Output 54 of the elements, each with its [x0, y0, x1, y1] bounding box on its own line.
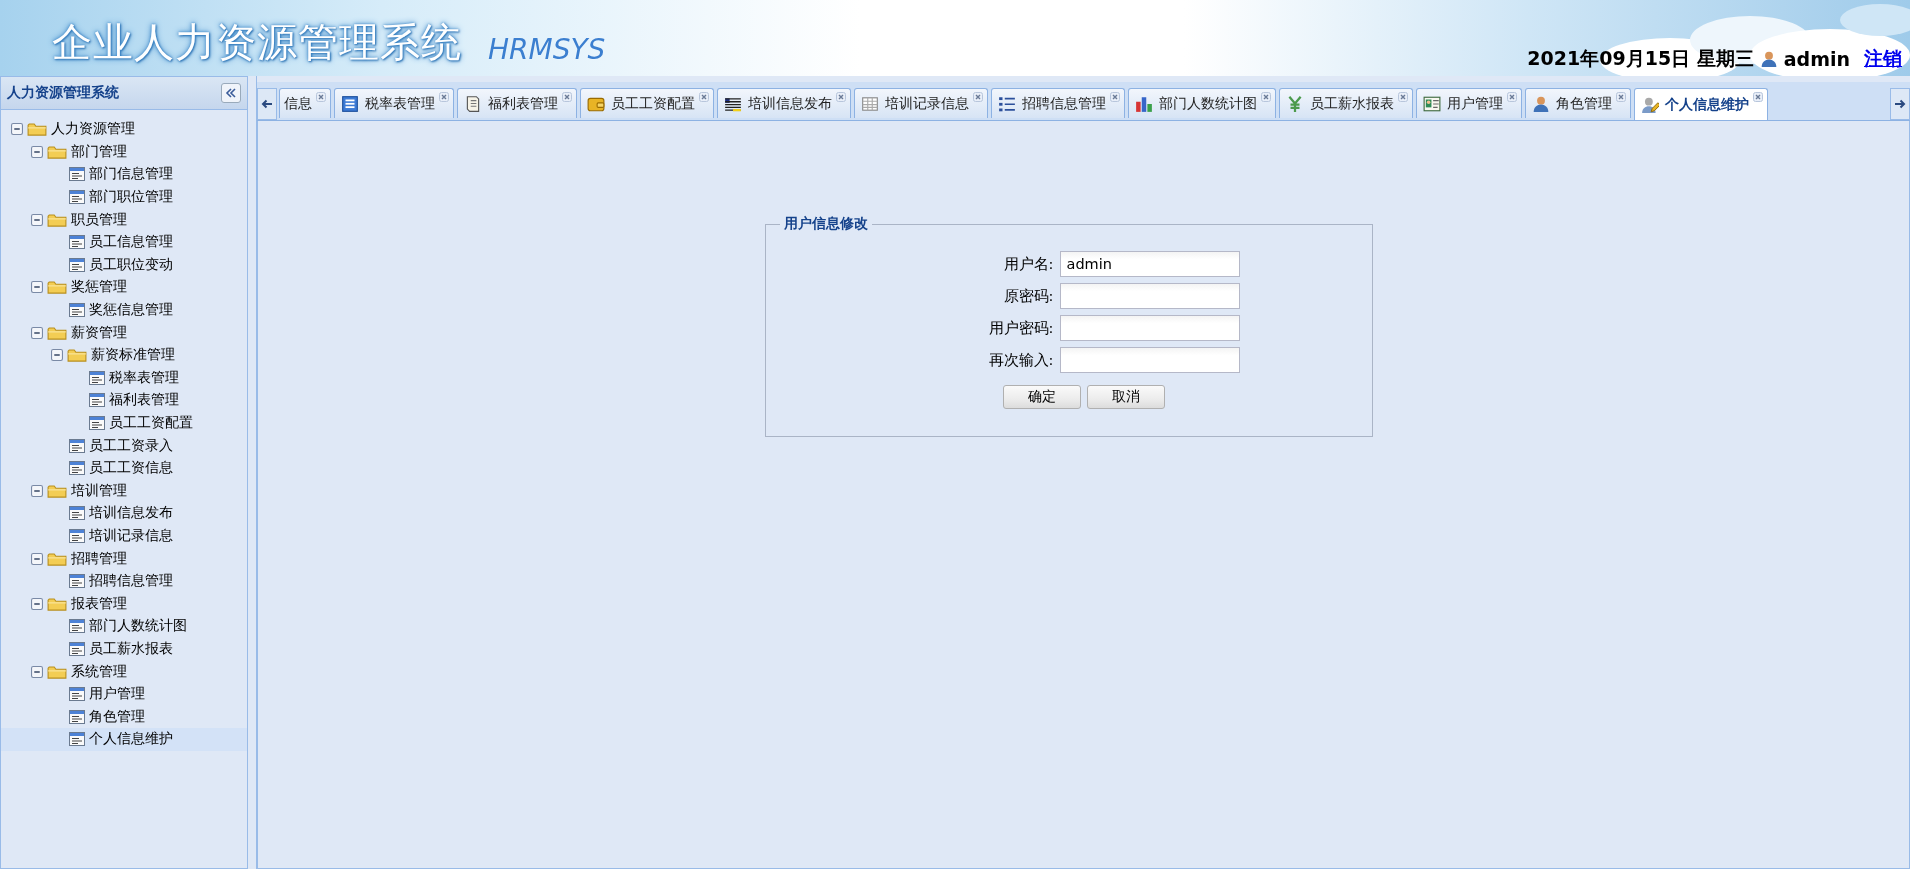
tab[interactable]: 部门人数统计图	[1128, 88, 1276, 118]
tab[interactable]: 信息	[279, 88, 331, 118]
tree-item[interactable]: 部门信息管理	[1, 163, 247, 186]
tree-item[interactable]: 员工信息管理	[1, 230, 247, 254]
tree-folder-label[interactable]: 部门管理	[71, 142, 127, 161]
tree-item[interactable]: 部门职位管理	[1, 185, 247, 209]
tree-item[interactable]: 招聘信息管理	[1, 569, 247, 593]
field-label: 用户密码:	[987, 318, 1054, 338]
tree-item[interactable]: 税率表管理	[1, 366, 247, 390]
tree-folder-label[interactable]: 系统管理	[71, 662, 127, 681]
date-text: 2021年09月15日 星期三	[1527, 46, 1754, 71]
tree-folder-label[interactable]: 奖惩管理	[71, 278, 127, 297]
tab[interactable]: 角色管理	[1525, 88, 1631, 118]
form-legend: 用户信息修改	[779, 215, 872, 233]
tree-item[interactable]: 个人信息维护	[1, 728, 247, 751]
field-label: 再次输入:	[987, 350, 1054, 370]
app-title: 企业人力资源管理系统	[52, 18, 462, 67]
logout-link[interactable]: 注销	[1864, 46, 1902, 72]
tree-item[interactable]: 用户管理	[1, 682, 247, 706]
tree-folder-label[interactable]: 职员管理	[71, 210, 127, 229]
tab[interactable]: 福利表管理	[457, 88, 577, 118]
app-subtitle: HRMSYS	[488, 33, 606, 66]
tab[interactable]: 培训信息发布	[717, 88, 851, 118]
cancel-button[interactable]: 取消	[1086, 385, 1165, 409]
tree-folder-label[interactable]: 人力资源管理	[51, 120, 135, 139]
tree-item[interactable]: 培训信息发布	[1, 502, 247, 525]
username: admin	[1783, 48, 1850, 70]
tree-item[interactable]: 福利表管理	[1, 389, 247, 412]
tree-item[interactable]: 培训记录信息	[1, 524, 247, 548]
tab[interactable]: 培训记录信息	[854, 88, 988, 118]
tab[interactable]: 个人信息维护	[1634, 88, 1768, 120]
tree-item[interactable]: 员工工资配置	[1, 411, 247, 435]
tree-item[interactable]: 部门人数统计图	[1, 615, 247, 638]
tree-item[interactable]: 角色管理	[1, 705, 247, 729]
tree-item[interactable]: 员工工资录入	[1, 434, 247, 457]
tab[interactable]: 员工工资配置	[580, 88, 714, 118]
tab[interactable]: 税率表管理	[334, 88, 454, 118]
tree-item[interactable]: 员工薪水报表	[1, 637, 247, 661]
tree-item[interactable]: 奖惩信息管理	[1, 298, 247, 322]
tab[interactable]: 招聘信息管理	[991, 88, 1125, 118]
tab[interactable]: 用户管理	[1416, 88, 1522, 118]
tree-folder-label[interactable]: 报表管理	[71, 594, 127, 613]
tree-folder-label[interactable]: 培训管理	[71, 481, 127, 500]
confirm-button[interactable]: 确定	[1002, 385, 1081, 409]
field-label: 原密码:	[1002, 286, 1054, 306]
tree-item[interactable]: 员工职位变动	[1, 253, 247, 277]
field-label: 用户名:	[1002, 254, 1054, 274]
tree-folder-label[interactable]: 薪资管理	[71, 323, 127, 342]
tab[interactable]: 员工薪水报表	[1279, 88, 1413, 118]
tree-item[interactable]: 员工工资信息	[1, 456, 247, 480]
tree-folder-label[interactable]: 薪资标准管理	[91, 346, 175, 365]
sidebar-title: 人力资源管理系统	[7, 84, 119, 102]
input-field[interactable]: admin	[1059, 251, 1240, 277]
tree-folder-label[interactable]: 招聘管理	[71, 549, 127, 568]
